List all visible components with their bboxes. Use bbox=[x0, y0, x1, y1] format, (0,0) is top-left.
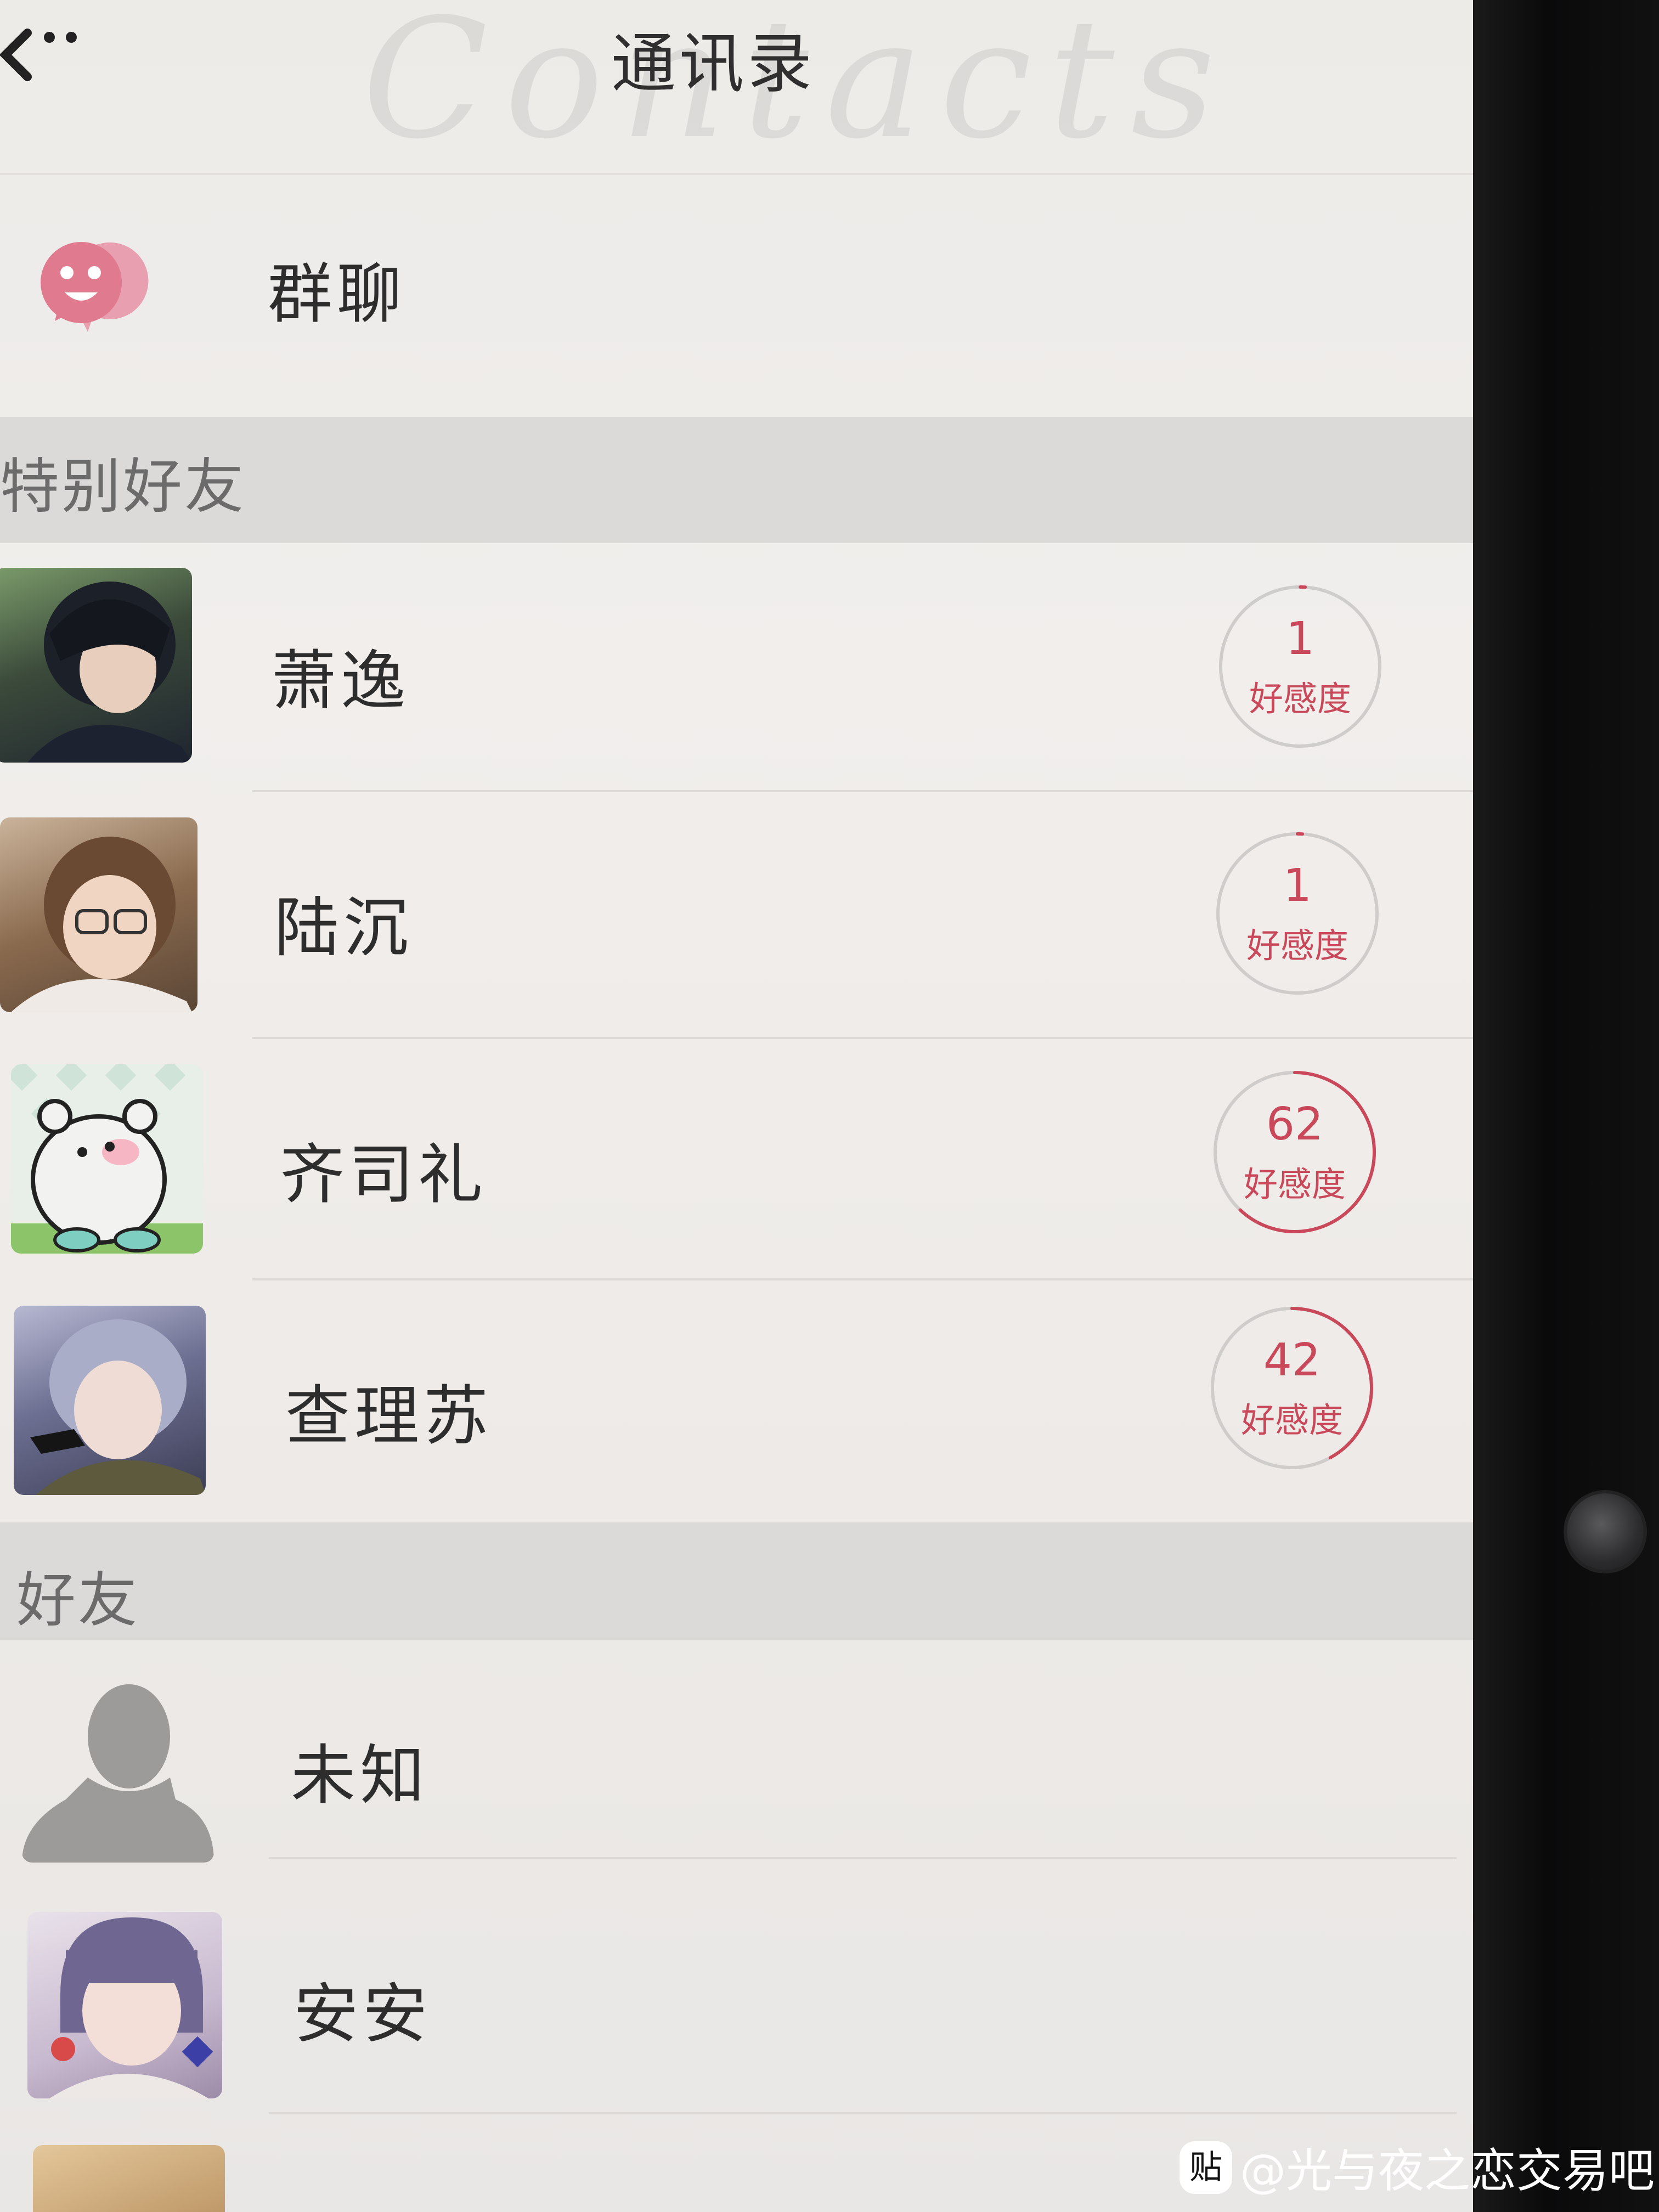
affection-ring-track bbox=[1219, 585, 1381, 748]
avatar bbox=[27, 1912, 222, 2098]
watermark-text: @光与夜之恋交易吧 bbox=[1240, 2144, 1655, 2198]
avatar bbox=[0, 568, 192, 763]
affection-ring-track bbox=[1216, 832, 1379, 995]
contact-row[interactable]: 陆沉 1 好感度 bbox=[0, 793, 1473, 1037]
tieba-logo-icon: 贴 bbox=[1180, 2141, 1232, 2194]
affection-badge: 42 好感度 bbox=[1210, 1306, 1374, 1470]
affection-badge: 1 好感度 bbox=[1215, 831, 1380, 996]
avatar bbox=[14, 1306, 206, 1495]
contact-row[interactable]: 安安 bbox=[0, 1860, 1473, 2112]
affection-label: 好感度 bbox=[1243, 1164, 1346, 1204]
section-title: 特别好友 bbox=[0, 453, 246, 521]
contact-name: 齐司礼 bbox=[280, 1137, 488, 1212]
section-header-friends: 好友 bbox=[0, 1522, 1473, 1640]
affection-label: 好感度 bbox=[1246, 926, 1348, 966]
avatar bbox=[33, 2145, 225, 2212]
default-avatar-icon bbox=[22, 1673, 214, 1863]
contact-name: 查理苏 bbox=[285, 1378, 493, 1454]
watermark: 贴 @光与夜之恋交易吧 bbox=[1180, 2134, 1655, 2198]
contact-name: 萧逸 bbox=[272, 643, 410, 719]
home-button-icon[interactable] bbox=[1567, 1493, 1644, 1570]
device-bezel bbox=[1473, 0, 1659, 2212]
contact-row[interactable]: 萧逸 1 好感度 bbox=[0, 543, 1473, 790]
affection-value: 1 bbox=[1285, 613, 1315, 665]
divider bbox=[252, 1037, 1473, 1039]
divider bbox=[252, 790, 1473, 792]
affection-badge: 62 好感度 bbox=[1212, 1070, 1377, 1234]
contact-row[interactable]: 齐司礼 62 好感度 bbox=[0, 1040, 1473, 1281]
affection-value: 1 bbox=[1283, 860, 1312, 912]
section-header-special: 特别好友 bbox=[0, 417, 1473, 543]
contact-row[interactable]: 未知 bbox=[0, 1640, 1473, 1871]
contact-name: 陆沉 bbox=[274, 890, 413, 966]
affection-value: 62 bbox=[1266, 1098, 1324, 1150]
header: Contacts 通讯录 bbox=[0, 0, 1473, 175]
affection-badge: 1 好感度 bbox=[1218, 584, 1383, 749]
group-chat-icon bbox=[33, 228, 154, 348]
divider bbox=[269, 2112, 1457, 2114]
affection-label: 好感度 bbox=[1249, 679, 1351, 719]
group-chat-label: 群聊 bbox=[268, 256, 407, 332]
page-title: 通讯录 bbox=[611, 26, 815, 101]
group-chat-row[interactable]: 群聊 bbox=[0, 181, 1473, 417]
contacts-screen: Contacts 通讯录 群聊 特别好友 萧逸 1 好感度 陆沉 1 好感度 齐… bbox=[0, 0, 1473, 2212]
divider bbox=[269, 1857, 1457, 1859]
affection-label: 好感度 bbox=[1240, 1400, 1343, 1440]
affection-value: 42 bbox=[1263, 1334, 1321, 1386]
section-title: 好友 bbox=[16, 1566, 140, 1635]
contact-name: 未知 bbox=[291, 1737, 430, 1813]
contact-row[interactable]: 查理苏 42 好感度 bbox=[0, 1281, 1473, 1522]
avatar bbox=[0, 817, 198, 1012]
divider bbox=[252, 1278, 1473, 1280]
avatar bbox=[11, 1064, 203, 1254]
contact-name: 安安 bbox=[294, 1976, 432, 2052]
